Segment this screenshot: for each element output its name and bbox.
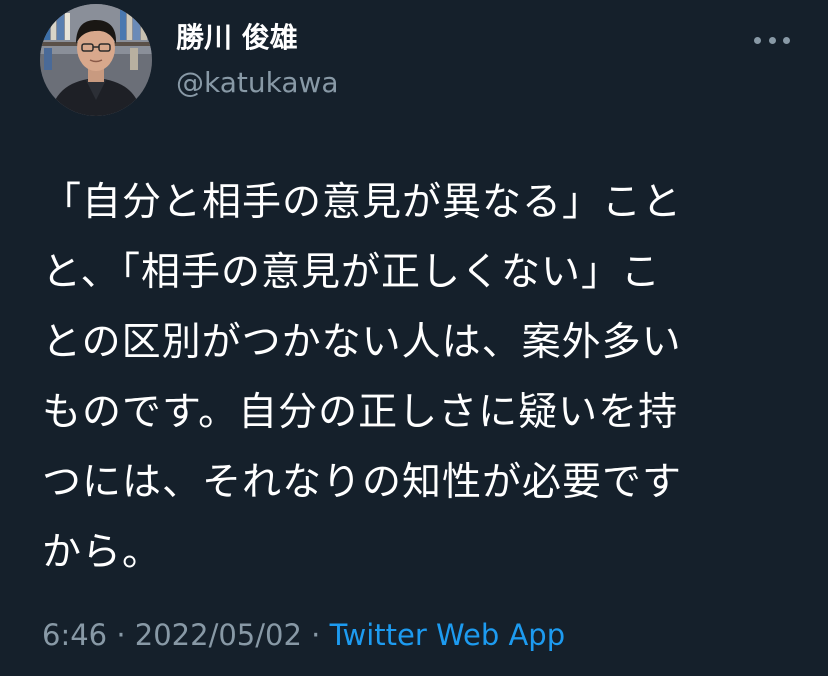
avatar-image <box>40 4 152 116</box>
display-name[interactable]: 勝川 俊雄 <box>176 20 339 56</box>
tweet-text: 「自分と相手の意見が異なる」こと と、「相手の意見が正しくない」こ との区別がつ… <box>42 168 772 588</box>
meta-separator: · <box>301 618 330 652</box>
ellipsis-icon <box>783 36 790 44</box>
tweet-text-line: つには、それなりの知性が必要です <box>42 460 683 505</box>
tweet-text-line: と、「相手の意見が正しくない」こ <box>42 250 661 295</box>
author-info[interactable]: 勝川 俊雄 @katukawa <box>176 20 339 100</box>
tweet-text-line: 「自分と相手の意見が異なる」こと <box>42 180 683 225</box>
meta-separator: · <box>107 618 135 652</box>
tweet-meta: 6:46 · 2022/05/02 · Twitter Web App <box>42 615 565 655</box>
tweet-source-link[interactable]: Twitter Web App <box>330 618 566 652</box>
tweet-text-line: との区別がつかない人は、案外多い <box>42 320 682 365</box>
ellipsis-icon <box>768 36 776 44</box>
ellipsis-icon <box>754 36 761 44</box>
tweet-text-line: ものです。自分の正しさに疑いを持 <box>42 390 679 435</box>
tweet-text-line: から。 <box>42 530 163 575</box>
user-handle[interactable]: @katukawa <box>176 66 339 100</box>
more-options-button[interactable] <box>754 28 790 52</box>
avatar[interactable] <box>40 4 152 116</box>
tweet-date[interactable]: 2022/05/02 <box>135 618 302 652</box>
tweet-time[interactable]: 6:46 <box>42 618 107 652</box>
tweet: 勝川 俊雄 @katukawa 「自分と相手の意見が異なる」こと と、「相手の意… <box>0 0 828 676</box>
